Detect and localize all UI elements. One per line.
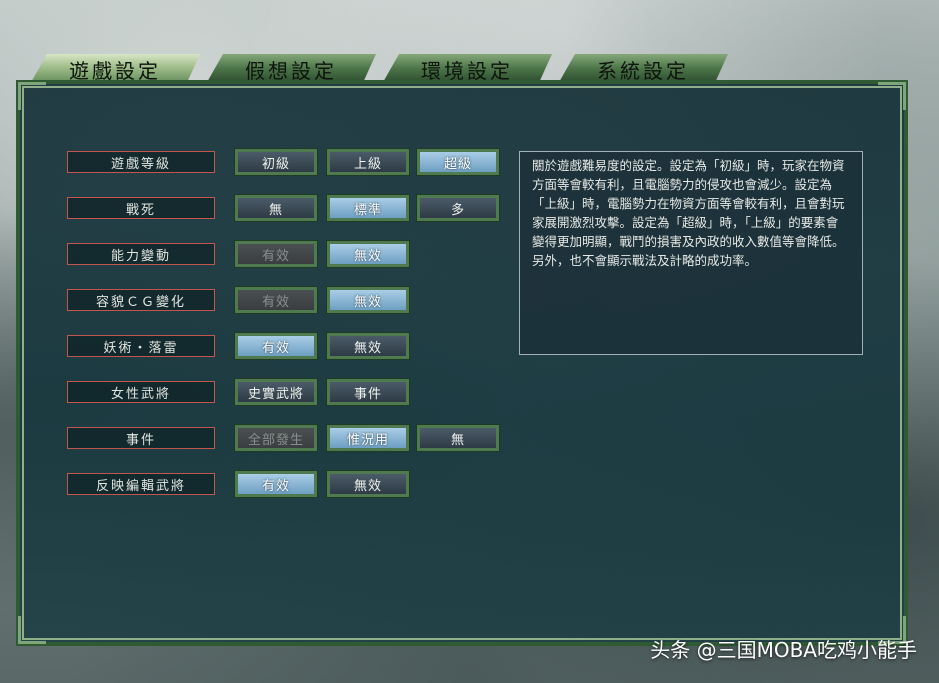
panel-corner-ornament (18, 82, 46, 110)
option-button[interactable]: 無效 (326, 240, 410, 268)
setting-label: 女性武將 (67, 381, 215, 403)
option-button[interactable]: 初級 (234, 148, 318, 176)
panel-corner-ornament (18, 616, 46, 644)
option-button[interactable]: 多 (416, 194, 500, 222)
option-button[interactable]: 無效 (326, 470, 410, 498)
setting-label: 容貌ＣＧ變化 (67, 289, 215, 311)
setting-label: 能力變動 (67, 243, 215, 265)
option-button[interactable]: 有效 (234, 470, 318, 498)
option-button[interactable]: 無效 (326, 286, 410, 314)
option-button[interactable]: 惟況用 (326, 424, 410, 452)
option-button: 有效 (234, 286, 318, 314)
setting-label: 遊戲等級 (67, 151, 215, 173)
option-button[interactable]: 史實武將 (234, 378, 318, 406)
option-button[interactable]: 有效 (234, 332, 318, 360)
option-button: 有效 (234, 240, 318, 268)
option-button[interactable]: 上級 (326, 148, 410, 176)
setting-label: 戰死 (67, 197, 215, 219)
option-button[interactable]: 無效 (326, 332, 410, 360)
option-button[interactable]: 無 (416, 424, 500, 452)
setting-label: 反映編輯武將 (67, 473, 215, 495)
option-button[interactable]: 無 (234, 194, 318, 222)
option-button: 全部發生 (234, 424, 318, 452)
setting-label: 妖術・落雷 (67, 335, 215, 357)
option-button[interactable]: 標準 (326, 194, 410, 222)
option-button[interactable]: 超級 (416, 148, 500, 176)
setting-label: 事件 (67, 427, 215, 449)
description-box: 關於遊戲難易度的設定。設定為「初級」時，玩家在物資方面等會較有利，且電腦勢力的侵… (519, 151, 863, 355)
panel-corner-ornament (878, 82, 906, 110)
description-text: 關於遊戲難易度的設定。設定為「初級」時，玩家在物資方面等會較有利，且電腦勢力的侵… (532, 158, 845, 268)
watermark-text: 头条 @三国MOBA吃鸡小能手 (650, 638, 917, 662)
settings-panel: 遊戲等級 初級 上級 超級 戰死無標準多能力變動 有效 無效 容貌ＣＧ變化 有效 無效 妖術・落雷有… (16, 80, 908, 646)
option-button[interactable]: 事件 (326, 378, 410, 406)
